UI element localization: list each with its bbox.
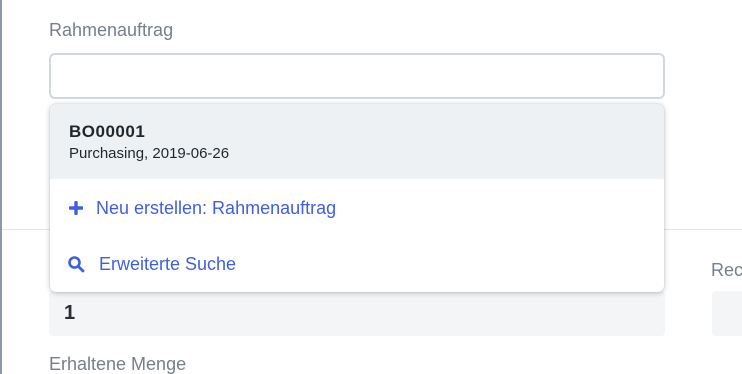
record-subtitle: Purchasing, 2019-06-26 bbox=[69, 145, 230, 162]
search-icon bbox=[68, 256, 85, 273]
autocomplete-dropdown: BO00001 Purchasing, 2019-06-26 Neu erste… bbox=[50, 104, 664, 292]
quantity-field: 1 bbox=[49, 291, 665, 336]
rahmenauftrag-label: Rahmenauftrag bbox=[49, 20, 174, 40]
plus-icon bbox=[69, 201, 83, 215]
form-page: Rahmenauftrag Rec 1 Erhaltene Menge BO00… bbox=[0, 0, 742, 374]
dropdown-option-record[interactable]: BO00001 Purchasing, 2019-06-26 bbox=[50, 104, 664, 179]
erhaltene-menge-label: Erhaltene Menge bbox=[49, 354, 187, 374]
create-new-label: Neu erstellen: Rahmenauftrag bbox=[96, 198, 337, 218]
left-border bbox=[0, 0, 2, 374]
right-column-label: Rec bbox=[711, 260, 742, 280]
create-new-option[interactable]: Neu erstellen: Rahmenauftrag bbox=[50, 180, 664, 236]
advanced-search-label: Erweiterte Suche bbox=[99, 254, 237, 274]
record-title: BO00001 bbox=[69, 122, 146, 141]
quantity-value: 1 bbox=[64, 302, 76, 324]
advanced-search-option[interactable]: Erweiterte Suche bbox=[50, 236, 664, 292]
right-column-field bbox=[712, 291, 742, 336]
rahmenauftrag-input[interactable] bbox=[49, 53, 665, 99]
